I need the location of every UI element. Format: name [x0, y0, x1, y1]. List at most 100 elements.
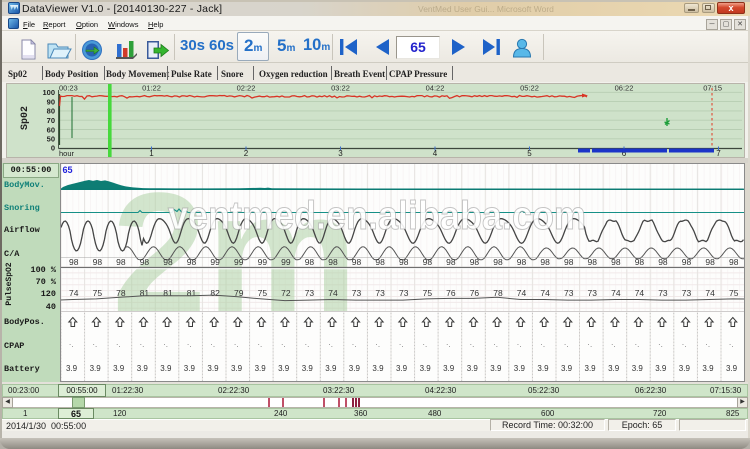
svg-text:·.: ·.: [328, 340, 333, 349]
svg-text:98: 98: [423, 257, 433, 267]
svg-text:3.9: 3.9: [325, 364, 337, 373]
svg-text:100: 100: [42, 88, 55, 97]
svg-text:74: 74: [69, 288, 79, 298]
svg-text:99: 99: [210, 257, 220, 267]
svg-text:98: 98: [658, 257, 668, 267]
svg-text:·.: ·.: [234, 340, 239, 349]
svg-text:3.9: 3.9: [443, 364, 455, 373]
svg-text:3.9: 3.9: [726, 364, 738, 373]
svg-text:73: 73: [399, 288, 409, 298]
svg-text:3.9: 3.9: [349, 364, 361, 373]
svg-text:75: 75: [93, 288, 103, 298]
svg-text:98: 98: [540, 257, 550, 267]
svg-text:·.: ·.: [705, 340, 710, 349]
svg-text:3.9: 3.9: [396, 364, 408, 373]
svg-text:74: 74: [705, 288, 715, 298]
svg-text:4: 4: [433, 149, 438, 157]
svg-text:·.: ·.: [140, 340, 145, 349]
svg-text:3.9: 3.9: [561, 364, 573, 373]
svg-text:98: 98: [140, 257, 150, 267]
svg-text:98: 98: [517, 257, 527, 267]
svg-text:·.: ·.: [446, 340, 451, 349]
svg-text:·.: ·.: [163, 340, 168, 349]
svg-text:73: 73: [588, 288, 598, 298]
svg-text:·.: ·.: [187, 340, 192, 349]
svg-text:·.: ·.: [116, 340, 121, 349]
svg-text:98: 98: [470, 257, 480, 267]
svg-text:·.: ·.: [564, 340, 569, 349]
svg-text:98: 98: [163, 257, 173, 267]
svg-text:3.9: 3.9: [585, 364, 597, 373]
svg-text:75: 75: [423, 288, 433, 298]
svg-text:70: 70: [47, 116, 55, 125]
svg-text:·.: ·.: [470, 340, 475, 349]
svg-text:ventmed.en.alibaba.com: ventmed.en.alibaba.com: [168, 194, 586, 238]
svg-text:74: 74: [540, 288, 550, 298]
svg-text:73: 73: [564, 288, 574, 298]
svg-text:05:22: 05:22: [520, 84, 539, 93]
svg-text:3.9: 3.9: [90, 364, 102, 373]
svg-text:74: 74: [611, 288, 621, 298]
svg-text:50: 50: [47, 135, 55, 144]
svg-text:3.9: 3.9: [113, 364, 125, 373]
svg-text:99: 99: [281, 257, 291, 267]
svg-text:76: 76: [470, 288, 480, 298]
svg-text:0: 0: [51, 144, 55, 153]
svg-text:73: 73: [682, 288, 692, 298]
svg-text:81: 81: [187, 288, 197, 298]
svg-text:3.9: 3.9: [66, 364, 78, 373]
svg-text:98: 98: [493, 257, 503, 267]
svg-text:·.: ·.: [422, 340, 427, 349]
svg-text:2: 2: [244, 149, 249, 157]
svg-text:80: 80: [47, 107, 55, 116]
svg-text:3.9: 3.9: [372, 364, 384, 373]
svg-text:73: 73: [305, 288, 315, 298]
svg-text:98: 98: [588, 257, 598, 267]
svg-text:73: 73: [658, 288, 668, 298]
svg-text:3.9: 3.9: [490, 364, 502, 373]
svg-text:98: 98: [69, 257, 79, 267]
svg-text:60: 60: [47, 125, 55, 134]
svg-text:81: 81: [163, 288, 173, 298]
svg-text:hour: hour: [59, 149, 75, 157]
svg-text:07:15: 07:15: [703, 84, 722, 93]
svg-text:98: 98: [305, 257, 315, 267]
svg-text:·.: ·.: [587, 340, 592, 349]
svg-text:3.9: 3.9: [137, 364, 149, 373]
svg-text:7: 7: [716, 149, 721, 157]
svg-text:3: 3: [338, 149, 343, 157]
svg-text:06:22: 06:22: [615, 84, 634, 93]
svg-text:3.9: 3.9: [207, 364, 219, 373]
svg-text:98: 98: [564, 257, 574, 267]
svg-text:·.: ·.: [682, 340, 687, 349]
svg-text:·.: ·.: [517, 340, 522, 349]
svg-text:·.: ·.: [305, 340, 310, 349]
svg-text:·.: ·.: [257, 340, 262, 349]
svg-text:74: 74: [635, 288, 645, 298]
svg-text:99: 99: [258, 257, 268, 267]
svg-text:3.9: 3.9: [608, 364, 620, 373]
svg-text:98: 98: [375, 257, 385, 267]
svg-text:1: 1: [149, 149, 154, 157]
svg-text:3.9: 3.9: [231, 364, 243, 373]
svg-text:74: 74: [328, 288, 338, 298]
svg-text:3.9: 3.9: [467, 364, 479, 373]
svg-text:98: 98: [446, 257, 456, 267]
svg-text:98: 98: [187, 257, 197, 267]
svg-text:·.: ·.: [352, 340, 357, 349]
svg-text:99: 99: [234, 257, 244, 267]
svg-text:90: 90: [47, 97, 55, 106]
svg-text:·.: ·.: [540, 340, 545, 349]
svg-text:·.: ·.: [210, 340, 215, 349]
svg-text:·.: ·.: [399, 340, 404, 349]
svg-text:·.: ·.: [635, 340, 640, 349]
svg-text:3.9: 3.9: [702, 364, 714, 373]
svg-text:3.9: 3.9: [184, 364, 196, 373]
svg-text:76: 76: [446, 288, 456, 298]
svg-text:04:22: 04:22: [426, 84, 445, 93]
svg-text:3.9: 3.9: [514, 364, 526, 373]
svg-text:98: 98: [116, 257, 126, 267]
svg-text:98: 98: [93, 257, 103, 267]
svg-text:03:22: 03:22: [331, 84, 350, 93]
svg-text:·.: ·.: [493, 340, 498, 349]
